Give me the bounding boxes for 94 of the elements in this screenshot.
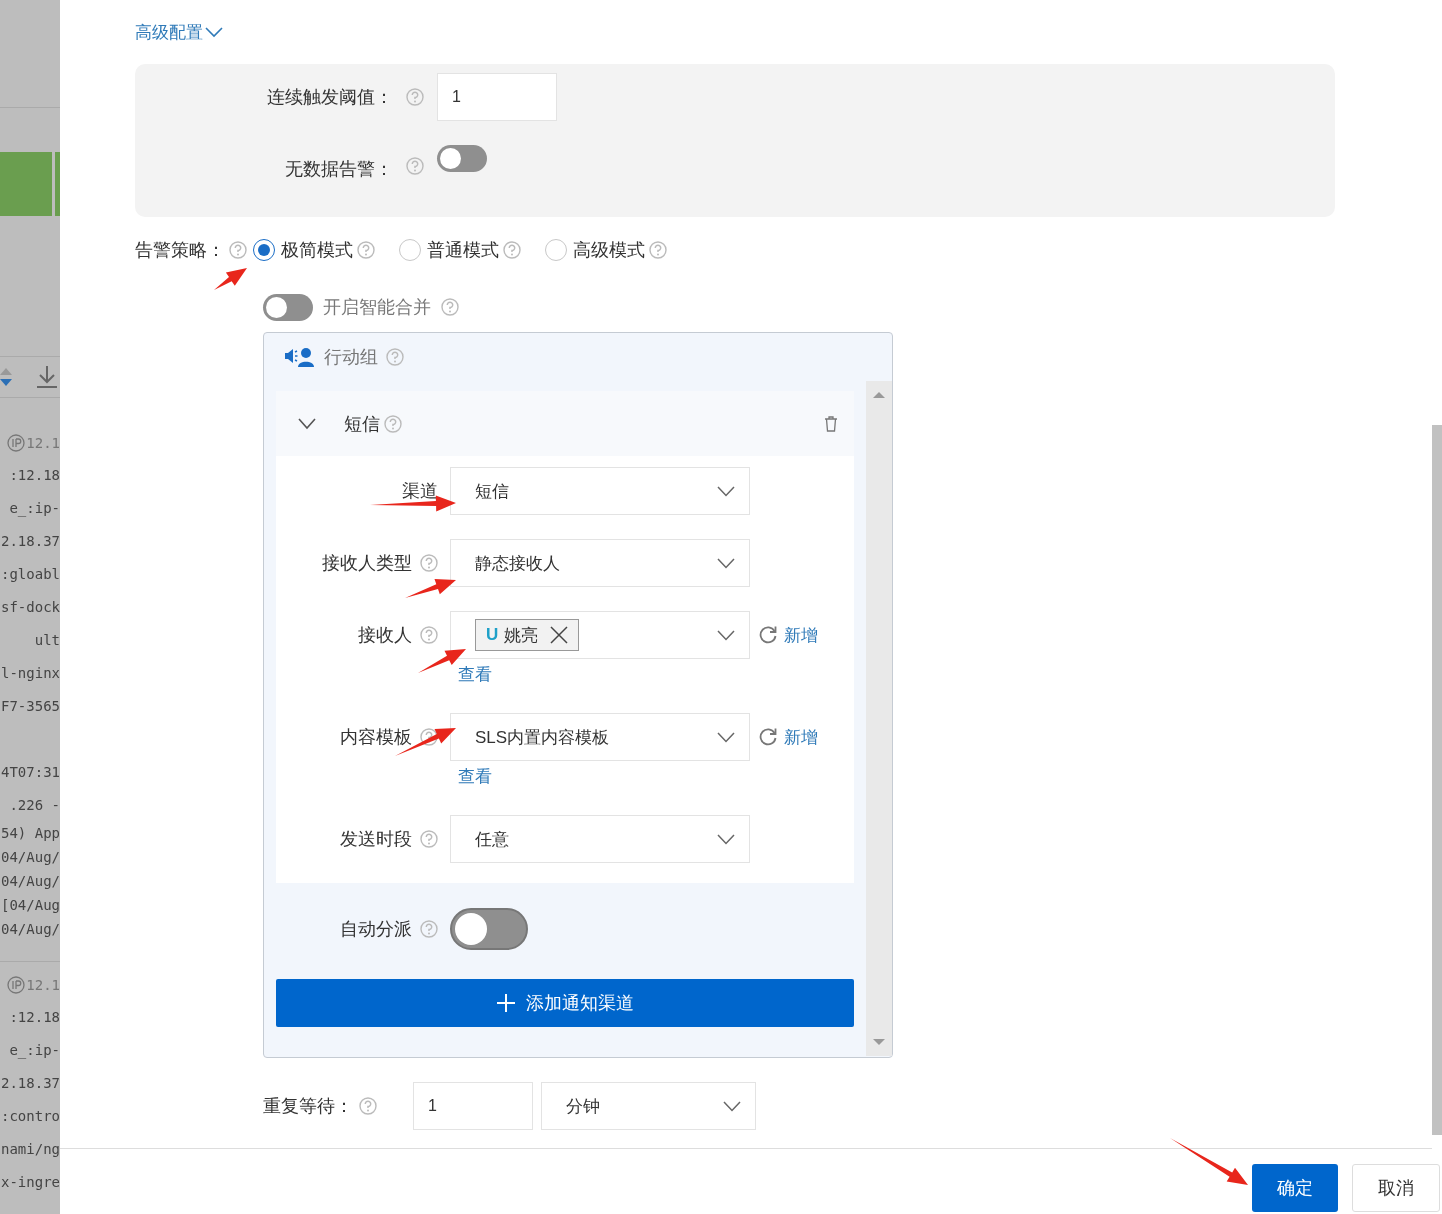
chevron-icon [723,1100,741,1112]
help-icon[interactable] [503,241,521,259]
log-line: e_:ip- [9,499,60,516]
chevron-icon [717,731,735,743]
unit-select[interactable]: 分钟 [541,1082,756,1130]
log-line: :12.18 [9,1008,60,1025]
log-line: 04/Aug/ [1,849,60,865]
field-label: 告警策略： [135,239,226,262]
log-line: 04/Aug/ [1,921,60,937]
chevron-icon [717,557,735,569]
chevron-icon [717,485,735,497]
log-line: 54) App [1,825,60,841]
help-icon[interactable] [357,241,375,259]
field-label: 连续触发阈值： [266,86,393,109]
add-link[interactable]: 新增 [784,725,818,749]
select-field[interactable]: U 姚亮 [450,611,750,659]
action-group-title: 行动组 [324,346,378,369]
toggle-switch[interactable] [450,908,528,950]
log-line: sf-dock [1,598,60,615]
field-label: 无数据告警： [284,158,393,181]
help-icon[interactable] [649,241,667,259]
radio-label[interactable]: 高级模式 [573,238,645,262]
log-line: .226 - [9,796,60,813]
scroll-down-icon[interactable] [873,1038,885,1046]
ip-icon [7,434,26,452]
trash-icon[interactable] [824,415,838,432]
toggle-switch[interactable] [437,145,487,172]
recipient-tag: U 姚亮 [475,619,580,651]
field-label: 内容模板 [339,726,412,749]
field-label: 渠道 [401,480,438,503]
download-icon[interactable] [36,365,58,389]
help-icon[interactable] [441,298,459,316]
channel-title: 短信 [344,412,380,436]
repeat-input[interactable]: 1 [413,1082,533,1130]
chevron-icon [717,629,735,641]
ip-icon [7,976,26,994]
annotation-arrow [405,579,456,598]
scrollbar[interactable] [866,381,892,1056]
log-line: :12.18 [9,466,60,483]
log-line: 4T07:31 [1,763,60,780]
log-line: :gloabl [1,565,60,582]
log-ip-text: 12.1 [26,435,60,451]
log-line: [04/Aug [1,897,60,913]
log-line: 2.18.37 [1,532,60,549]
toggle-switch[interactable] [263,293,313,321]
log-line: l-nginx [1,664,60,681]
select-field[interactable]: 短信 [450,467,750,515]
log-ip-text: 12.1 [26,977,60,993]
advanced-config-link[interactable]: 高级配置 [135,18,223,46]
field-label: 自动分派 [339,918,412,941]
log-line: 2.18.37 [1,1074,60,1091]
view-link[interactable]: 查看 [458,662,492,686]
field-label: 重复等待： [263,1095,354,1118]
add-link[interactable]: 新增 [784,623,818,647]
help-icon[interactable] [229,241,247,259]
annotation-arrow [395,728,456,756]
log-line: x-ingre [1,1173,60,1190]
log-line: 04/Aug/ [1,873,60,889]
log-line: ult [34,631,60,648]
help-icon[interactable] [359,1097,377,1115]
chevron-icon [205,26,223,38]
field-label: 接收人 [357,624,412,647]
annotation-arrow [214,268,247,290]
log-line: F7-3565 [1,697,60,714]
scroll-up-icon[interactable] [873,391,885,399]
log-line: :contro [1,1107,60,1124]
help-icon[interactable] [420,830,438,848]
smart-merge-label: 开启智能合并 [323,296,431,319]
plus-icon [496,993,516,1013]
help-icon[interactable] [420,626,438,644]
select-field[interactable]: 静态接收人 [450,539,750,587]
field-label: 发送时段 [339,828,412,851]
close-icon[interactable] [550,626,569,644]
help-icon[interactable] [384,414,402,433]
chevron-icon[interactable] [298,417,316,430]
bar-chart-picture [0,152,60,216]
refresh-icon[interactable] [758,727,778,747]
select-field[interactable]: SLS内置内容模板 [450,713,750,761]
field-label: 接收人类型 [321,552,412,575]
radio-label[interactable]: 普通模式 [427,238,499,262]
select-field[interactable]: 任意 [450,815,750,863]
threshold-input[interactable]: 1 [437,73,557,121]
log-line: nami/ng [1,1140,60,1157]
confirm-button[interactable]: 确定 [1252,1164,1338,1212]
add-channel-button[interactable]: 添加通知渠道 [276,979,854,1027]
cancel-button[interactable]: 取消 [1352,1164,1440,1212]
sort-icon[interactable] [0,366,12,388]
help-icon[interactable] [420,554,438,572]
refresh-icon[interactable] [758,625,778,645]
view-link[interactable]: 查看 [458,764,492,788]
radio-label[interactable]: 极简模式 [281,238,353,262]
log-line: e_:ip- [9,1041,60,1058]
chevron-icon [717,833,735,845]
person-speaker-icon [284,346,316,368]
